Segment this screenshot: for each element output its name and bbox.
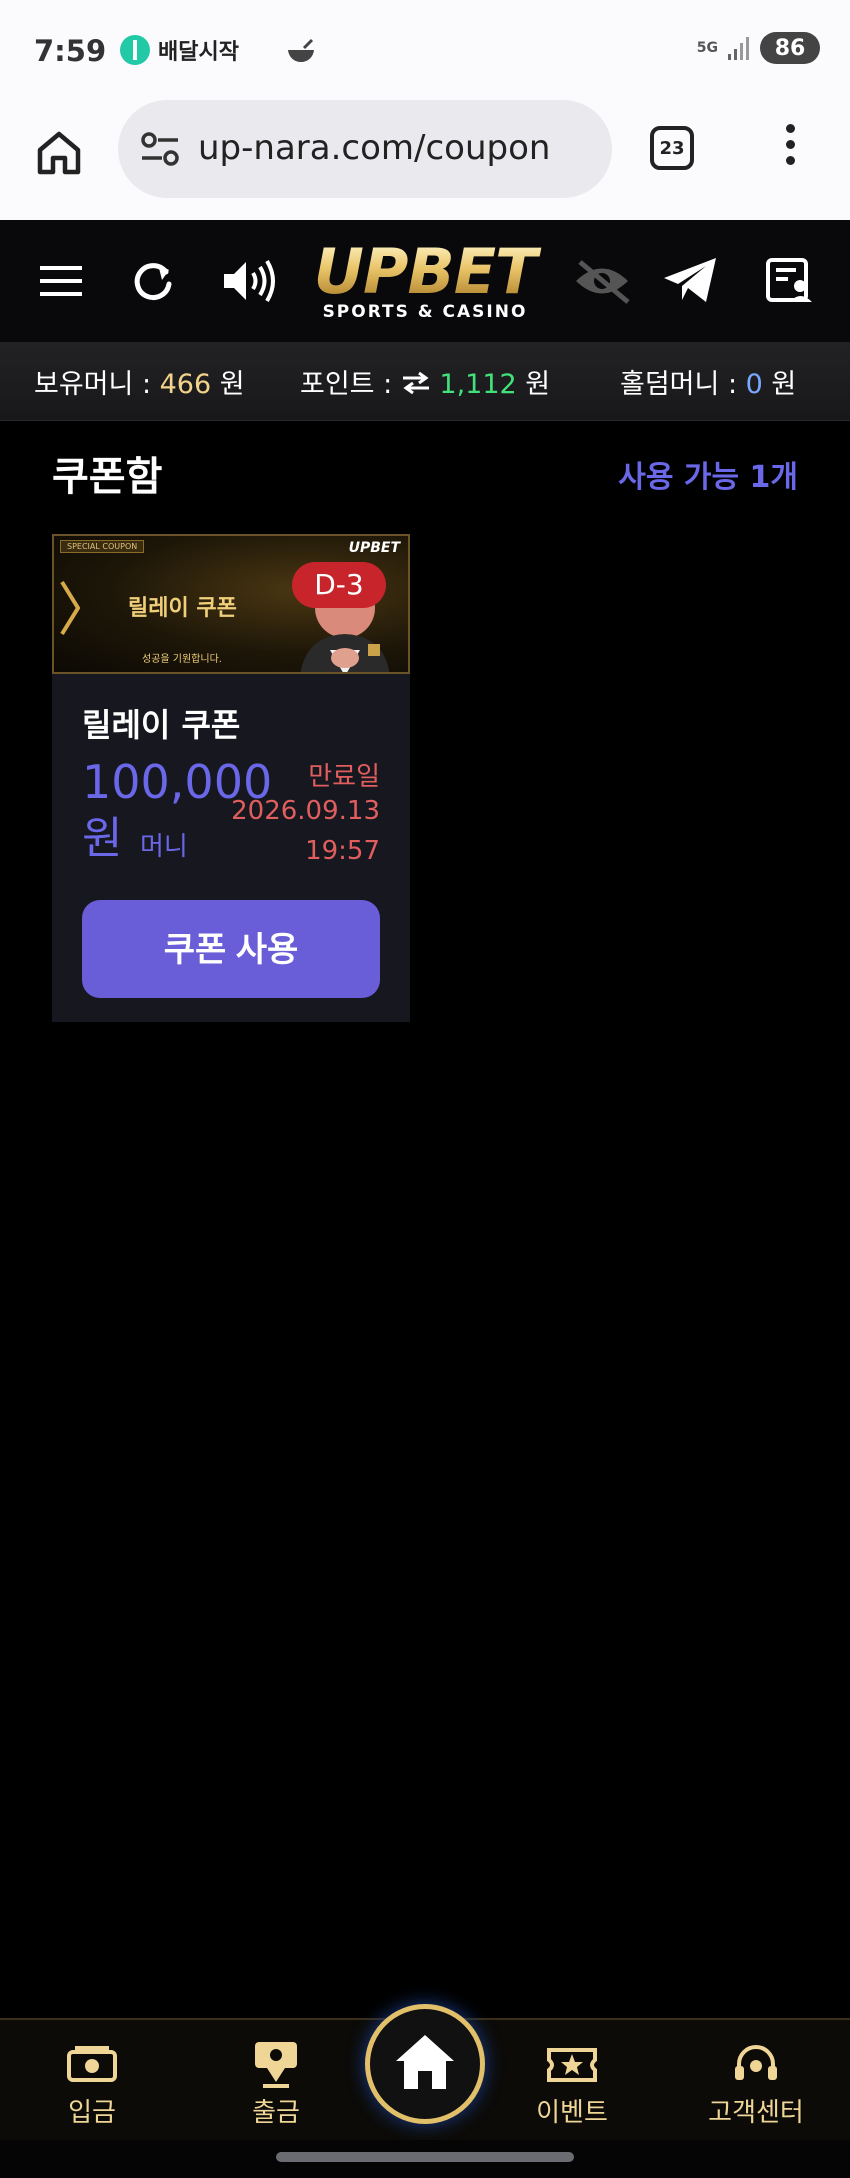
held-money-unit: 원	[211, 369, 245, 400]
expiry-date: 2026.09.13	[231, 796, 380, 826]
home-icon	[396, 2035, 454, 2089]
battery-indicator: 86	[760, 32, 820, 64]
point-value: 1,112	[439, 369, 517, 400]
headset-icon	[735, 2045, 777, 2080]
nav-event[interactable]: 이벤트	[512, 2040, 632, 2129]
status-right: 5G 86	[697, 32, 820, 64]
nav-support[interactable]: 고객센터	[696, 2040, 816, 2129]
bowl-icon	[288, 38, 314, 62]
banner-subtitle: 성공을 기원합니다.	[142, 654, 222, 665]
d-day-badge: D-3	[292, 562, 386, 608]
status-time: 7:59	[34, 34, 107, 68]
more-menu-icon[interactable]	[780, 124, 800, 174]
profile-card-icon[interactable]	[764, 256, 814, 306]
app-notification-icon	[120, 35, 150, 65]
chevron-right-icon	[60, 580, 80, 636]
page-title: 쿠폰함	[52, 454, 163, 500]
point-unit: 원	[516, 369, 551, 400]
banner-title: 릴레이 쿠폰	[128, 596, 237, 621]
nav-deposit[interactable]: 입금	[32, 2040, 152, 2129]
holdem-money: 홀덤머니 : 0 원	[620, 362, 796, 401]
nav-withdraw[interactable]: 출금	[216, 2040, 336, 2129]
telegram-icon[interactable]	[662, 256, 718, 306]
address-bar[interactable]: up-nara.com/coupon	[118, 100, 612, 198]
refresh-icon[interactable]	[128, 256, 178, 306]
nav-withdraw-label: 출금	[252, 2098, 300, 2128]
expiry-time: 19:57	[305, 836, 380, 866]
ticket-star-icon	[547, 2048, 597, 2082]
expiry-label: 만료일	[308, 762, 380, 792]
app-notification: 배달시작	[120, 34, 239, 66]
coupon-amount-unit: 원	[82, 813, 123, 864]
holdem-label: 홀덤머니 :	[620, 369, 746, 400]
gesture-bar[interactable]	[276, 2152, 574, 2162]
upbet-logo[interactable]: UPBET SPORTS & CASINO	[290, 240, 560, 330]
site-header: UPBET SPORTS & CASINO	[0, 220, 850, 342]
use-coupon-button[interactable]: 쿠폰 사용	[82, 900, 380, 998]
site-settings-icon[interactable]	[140, 130, 180, 168]
status-bar: 7:59 배달시작 5G 86	[0, 0, 850, 100]
nav-event-label: 이벤트	[536, 2098, 608, 2128]
banner-logo: UPBET	[348, 540, 400, 556]
coupon-banner: SPECIAL COUPON UPBET 릴레이 쿠폰 성공을 기원합니다. D…	[52, 534, 410, 674]
holdem-value: 0	[745, 369, 763, 400]
browser-toolbar: up-nara.com/coupon 23	[0, 100, 850, 221]
signal-icon	[728, 37, 749, 60]
held-money-value: 466	[159, 369, 212, 400]
logo-sub-text: SPORTS & CASINO	[322, 302, 528, 322]
deposit-icon	[67, 2046, 117, 2082]
hamburger-menu-icon[interactable]	[36, 256, 86, 306]
url-text[interactable]: up-nara.com/coupon	[198, 128, 550, 168]
money-bar: 보유머니 : 466 원 포인트 : 1,112 원 홀덤머니 : 0 원	[0, 342, 850, 421]
logo-main-text: UPBET	[290, 240, 560, 304]
mute-eye-icon[interactable]	[570, 256, 634, 306]
point-label: 포인트 :	[300, 369, 401, 400]
nav-support-label: 고객센터	[708, 2098, 804, 2128]
app-notification-label: 배달시작	[158, 40, 239, 65]
home-icon[interactable]	[34, 128, 84, 178]
coupon-amount-type: 머니	[140, 832, 188, 862]
tabs-button[interactable]: 23	[650, 126, 694, 170]
holdem-unit: 원	[762, 369, 797, 400]
banner-tag: SPECIAL COUPON	[60, 540, 145, 553]
available-count: 사용 가능 1개	[618, 460, 798, 495]
network-type: 5G	[696, 40, 718, 56]
held-money-label: 보유머니 :	[34, 369, 160, 400]
speaker-icon[interactable]	[220, 256, 278, 306]
withdraw-icon	[255, 2042, 297, 2088]
held-money: 보유머니 : 466 원	[34, 362, 245, 401]
nav-home-button[interactable]	[365, 2004, 485, 2124]
point-money: 포인트 : 1,112 원	[300, 362, 550, 401]
coupon-name: 릴레이 쿠폰	[82, 706, 241, 744]
swap-icon[interactable]	[401, 371, 431, 395]
nav-deposit-label: 입금	[68, 2098, 116, 2128]
coupon-card: SPECIAL COUPON UPBET 릴레이 쿠폰 성공을 기원합니다. D…	[52, 534, 410, 1022]
